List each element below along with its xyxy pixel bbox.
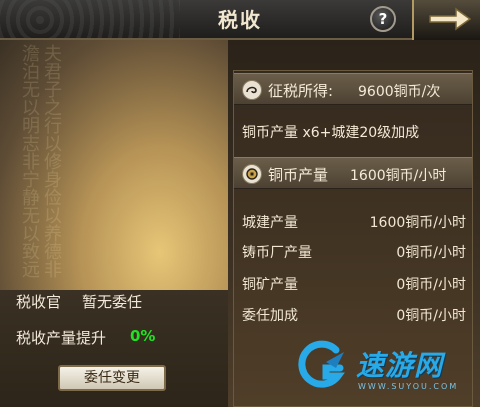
mint-output-value: 0铜币/小时 [396, 245, 466, 261]
swirl-icon [242, 80, 262, 100]
coin-output-row: 铜币产量 1600铜币/小时 [234, 157, 472, 189]
calligraphy-watermark: 夫君子之行以修身俭以养德非澹泊无以明志非宁静无以致远 [19, 44, 62, 278]
mine-output-value: 0铜币/小时 [396, 277, 466, 293]
tax-boost-label: 税收产量提升 [16, 329, 107, 347]
arrow-right-icon [429, 7, 472, 31]
coin-output-value: 1600铜币/小时 [350, 168, 447, 184]
city-output-label: 城建产量 [242, 215, 298, 231]
tax-officer-label: 税收官 [16, 293, 62, 311]
page-title: 税收 [218, 8, 262, 32]
appointment-bonus-label: 委任加成 [242, 308, 298, 324]
help-button[interactable]: ? [370, 6, 396, 32]
watermark-text: 速游网 [356, 349, 444, 382]
change-appointment-button[interactable]: 委任变更 [58, 365, 166, 391]
coin-output-label: 铜币产量 [268, 166, 329, 184]
watermark-url: WWW.SUYOU.COM [358, 382, 459, 391]
tax-boost-value: 0% [130, 327, 156, 345]
coin-bonus-text: 铜币产量 x6+城建20级加成 [242, 125, 420, 141]
city-output-value: 1600铜币/小时 [369, 215, 466, 231]
tax-income-row: 征税所得: 9600铜币/次 [234, 73, 472, 105]
tax-income-label: 征税所得: [268, 82, 334, 100]
site-watermark: 速游网 WWW.SUYOU.COM [296, 338, 476, 398]
tax-income-value: 9600铜币/次 [358, 84, 441, 100]
scroll-illustration: 夫君子之行以修身俭以养德非澹泊无以明志非宁静无以致远 [0, 40, 228, 290]
title-bar: 税收 ? [0, 0, 480, 40]
coin-icon [242, 164, 262, 184]
mint-output-label: 铸币厂产量 [242, 245, 312, 261]
mine-output-label: 铜矿产量 [242, 277, 298, 293]
tax-officer-value: 暂无委任 [82, 293, 143, 311]
watermark-logo-icon [298, 340, 345, 388]
back-button[interactable] [412, 0, 480, 40]
appointment-bonus-value: 0铜币/小时 [396, 308, 466, 324]
